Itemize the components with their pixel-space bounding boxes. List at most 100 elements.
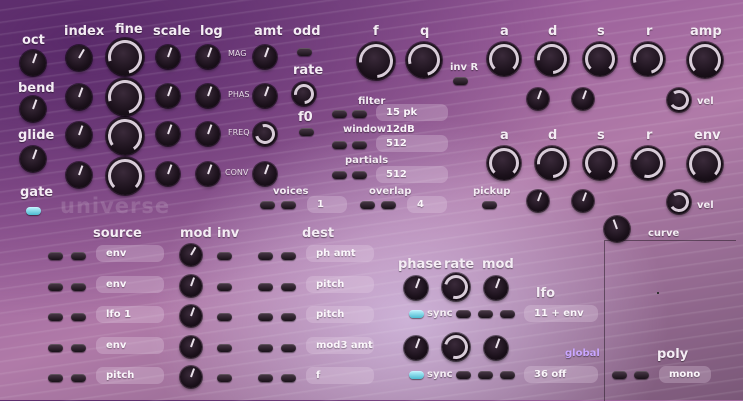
env1-a-knob[interactable] — [487, 42, 521, 76]
window-field[interactable]: 512 — [376, 135, 448, 152]
odd-toggle[interactable] — [297, 48, 312, 56]
env-knob[interactable] — [687, 146, 723, 182]
vel-knob-2[interactable] — [667, 190, 691, 214]
dest-prev-btn[interactable] — [258, 283, 273, 291]
poly-btn-2[interactable] — [634, 371, 649, 379]
partials-field[interactable]: 512 — [376, 166, 448, 183]
amt-knob-3[interactable] — [251, 120, 279, 148]
overlap-btn-2[interactable] — [381, 201, 396, 209]
fine-knob-2[interactable] — [101, 73, 149, 121]
source-prev-btn[interactable] — [48, 313, 63, 321]
voices-btn-2[interactable] — [281, 201, 296, 209]
filter-field[interactable]: 15 pk 12dB — [376, 104, 448, 135]
lfo2-mod-knob[interactable] — [484, 336, 508, 360]
f0-toggle[interactable] — [299, 128, 314, 136]
source-next-btn[interactable] — [71, 344, 86, 352]
log-knob-1[interactable] — [196, 45, 220, 69]
fine-knob-1[interactable] — [101, 33, 149, 81]
amt-knob-4[interactable] — [253, 162, 277, 186]
window-btn-1[interactable] — [332, 141, 347, 149]
env1-knob-small-1[interactable] — [527, 88, 549, 110]
dest-field[interactable]: ph amt — [306, 245, 374, 262]
lfo1-phase-knob[interactable] — [404, 276, 428, 300]
inv-toggle[interactable] — [217, 283, 232, 291]
mod-amount-knob[interactable] — [180, 275, 202, 297]
curve-knob[interactable] — [604, 216, 630, 242]
mod-amount-knob[interactable] — [180, 336, 202, 358]
window-btn-2[interactable] — [352, 141, 367, 149]
lfo2-rate-knob[interactable] — [439, 330, 473, 364]
partials-btn-1[interactable] — [332, 171, 347, 179]
mod-amount-knob[interactable] — [180, 244, 202, 266]
source-field[interactable]: pitch — [96, 367, 164, 384]
oct-knob[interactable] — [20, 50, 46, 76]
lfo-field[interactable]: 11 + env — [524, 305, 598, 322]
vel-knob-1[interactable] — [667, 88, 691, 112]
voices-field[interactable]: 1 — [307, 196, 347, 213]
lfo2-btn-3[interactable] — [500, 371, 515, 379]
log-knob-3[interactable] — [196, 122, 220, 146]
source-field[interactable]: env — [96, 337, 164, 354]
dest-field[interactable]: f — [306, 367, 374, 384]
lfo1-btn-2[interactable] — [478, 310, 493, 318]
log-knob-4[interactable] — [196, 162, 220, 186]
lfo2-sync-toggle[interactable] — [409, 371, 424, 379]
source-next-btn[interactable] — [71, 283, 86, 291]
dest-prev-btn[interactable] — [258, 252, 273, 260]
source-field[interactable]: env — [96, 276, 164, 293]
env2-knob-small-1[interactable] — [527, 190, 549, 212]
env2-knob-small-2[interactable] — [572, 190, 594, 212]
log-knob-2[interactable] — [196, 84, 220, 108]
dest-next-btn[interactable] — [281, 283, 296, 291]
q-knob[interactable] — [402, 38, 446, 82]
inv-r-toggle[interactable] — [453, 77, 468, 85]
scale-knob-2[interactable] — [156, 84, 180, 108]
source-next-btn[interactable] — [71, 374, 86, 382]
lfo2-btn-1[interactable] — [456, 371, 471, 379]
env2-r-knob[interactable] — [627, 142, 669, 184]
dest-field[interactable]: pitch — [306, 306, 374, 323]
poly-btn-1[interactable] — [612, 371, 627, 379]
partials-btn-2[interactable] — [352, 171, 367, 179]
source-field[interactable]: env — [96, 245, 164, 262]
env1-d-knob[interactable] — [530, 37, 574, 81]
gate-toggle[interactable] — [26, 207, 41, 215]
fine-knob-3[interactable] — [105, 116, 145, 156]
env1-s-knob[interactable] — [583, 42, 617, 76]
global-field[interactable]: 36 off — [524, 366, 598, 383]
lfo1-mod-knob[interactable] — [484, 276, 508, 300]
overlap-btn-1[interactable] — [360, 201, 375, 209]
env2-s-knob[interactable] — [583, 146, 617, 180]
lfo1-btn-1[interactable] — [456, 310, 471, 318]
amp-knob[interactable] — [687, 42, 723, 78]
dest-field[interactable]: pitch — [306, 276, 374, 293]
mod-amount-knob[interactable] — [180, 305, 202, 327]
lfo2-btn-2[interactable] — [478, 371, 493, 379]
dest-prev-btn[interactable] — [258, 344, 273, 352]
env2-d-knob[interactable] — [530, 141, 574, 185]
inv-toggle[interactable] — [217, 344, 232, 352]
rate-knob[interactable] — [289, 79, 319, 109]
filter-btn-2[interactable] — [352, 110, 367, 118]
scale-knob-4[interactable] — [156, 162, 180, 186]
pickup-toggle[interactable] — [482, 201, 497, 209]
amt-knob-2[interactable] — [253, 84, 277, 108]
filter-btn-1[interactable] — [332, 110, 347, 118]
lfo1-rate-knob[interactable] — [439, 270, 473, 304]
dest-prev-btn[interactable] — [258, 313, 273, 321]
mod-amount-knob[interactable] — [180, 366, 202, 388]
bend-knob[interactable] — [20, 96, 46, 122]
inv-toggle[interactable] — [217, 313, 232, 321]
source-prev-btn[interactable] — [48, 374, 63, 382]
voices-btn-1[interactable] — [260, 201, 275, 209]
dest-next-btn[interactable] — [281, 252, 296, 260]
source-field[interactable]: lfo 1 — [96, 306, 164, 323]
env1-knob-small-2[interactable] — [572, 88, 594, 110]
lfo1-btn-3[interactable] — [500, 310, 515, 318]
source-next-btn[interactable] — [71, 252, 86, 260]
index-knob-3[interactable] — [66, 122, 92, 148]
dest-next-btn[interactable] — [281, 313, 296, 321]
dest-field[interactable]: mod3 amt — [306, 337, 374, 354]
fine-knob-4[interactable] — [106, 157, 144, 195]
index-knob-2[interactable] — [66, 84, 92, 110]
